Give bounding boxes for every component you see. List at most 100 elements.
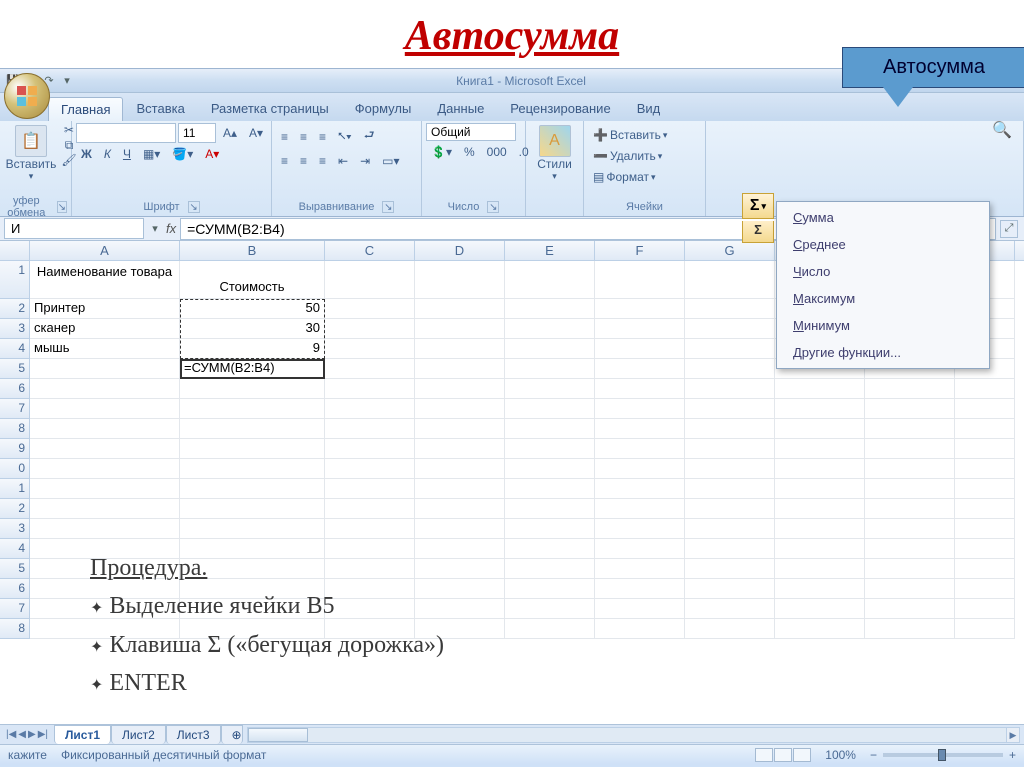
- cell-10[interactable]: [775, 459, 865, 479]
- sheet-nav-prev[interactable]: ◀: [18, 729, 26, 740]
- autosum-more[interactable]: Другие функции...: [779, 339, 987, 366]
- find-icon[interactable]: 🔍: [995, 123, 1009, 137]
- row-header-9[interactable]: 9: [0, 439, 30, 459]
- cell-J14[interactable]: [955, 539, 1015, 559]
- fill-color-icon[interactable]: 🪣▾: [167, 144, 198, 164]
- cell-A3[interactable]: сканер: [30, 319, 180, 339]
- cell-J12[interactable]: [955, 499, 1015, 519]
- cell-B4[interactable]: 9: [180, 339, 325, 359]
- cell-D4[interactable]: [415, 339, 505, 359]
- view-break-icon[interactable]: [793, 748, 811, 762]
- col-header-F[interactable]: F: [595, 241, 685, 260]
- cell-D5[interactable]: [415, 359, 505, 379]
- cell-J18[interactable]: [955, 619, 1015, 639]
- sheet-nav-last[interactable]: ▶|: [38, 729, 48, 740]
- cell-F16[interactable]: [595, 579, 685, 599]
- cell-C10[interactable]: [325, 459, 415, 479]
- col-header-D[interactable]: D: [415, 241, 505, 260]
- grow-font-icon[interactable]: A▴: [218, 123, 242, 143]
- cell-F5[interactable]: [595, 359, 685, 379]
- cell-E11[interactable]: [505, 479, 595, 499]
- cell-F14[interactable]: [595, 539, 685, 559]
- cell-G4[interactable]: [685, 339, 775, 359]
- select-all-corner[interactable]: [0, 241, 30, 260]
- cell-A12[interactable]: [30, 499, 180, 519]
- currency-icon[interactable]: 💲▾: [426, 142, 457, 162]
- sheet-tab-new[interactable]: ⊕: [221, 725, 243, 744]
- cell-F9[interactable]: [595, 439, 685, 459]
- insert-cells-button[interactable]: ➕Вставить▾: [588, 125, 672, 145]
- cell-A8[interactable]: [30, 419, 180, 439]
- number-launcher[interactable]: ↘: [487, 201, 499, 213]
- view-buttons[interactable]: [755, 748, 811, 762]
- cell-A11[interactable]: [30, 479, 180, 499]
- cell-15[interactable]: [775, 559, 865, 579]
- cell-E8[interactable]: [505, 419, 595, 439]
- cell-13[interactable]: [775, 519, 865, 539]
- align-left-icon[interactable]: ≡: [276, 151, 293, 171]
- italic-button[interactable]: К: [99, 144, 116, 164]
- cell-6[interactable]: [775, 379, 865, 399]
- cell-17[interactable]: [865, 599, 955, 619]
- zoom-thumb[interactable]: [938, 749, 946, 761]
- cell-14[interactable]: [865, 539, 955, 559]
- sheet-nav-next[interactable]: ▶: [28, 729, 36, 740]
- format-cells-button[interactable]: ▤Формат▾: [588, 167, 661, 187]
- cell-D1[interactable]: [415, 261, 505, 299]
- cell-B3[interactable]: 30: [180, 319, 325, 339]
- cell-F13[interactable]: [595, 519, 685, 539]
- comma-icon[interactable]: 000: [482, 142, 512, 162]
- cell-J8[interactable]: [955, 419, 1015, 439]
- sheet-tab-3[interactable]: Лист3: [166, 725, 221, 744]
- clipboard-launcher[interactable]: ↘: [57, 201, 67, 213]
- cell-D10[interactable]: [415, 459, 505, 479]
- view-layout-icon[interactable]: [774, 748, 792, 762]
- align-center-icon[interactable]: ≡: [295, 151, 312, 171]
- styles-button[interactable]: A Стили ▾: [530, 123, 579, 184]
- tab-review[interactable]: Рецензирование: [497, 96, 623, 121]
- cell-D9[interactable]: [415, 439, 505, 459]
- paste-button[interactable]: 📋 Вставить ▾: [4, 123, 58, 184]
- horizontal-scrollbar[interactable]: ◀ ▶: [247, 727, 1020, 743]
- row-header-2[interactable]: 2: [0, 299, 30, 319]
- cell-J6[interactable]: [955, 379, 1015, 399]
- cell-D13[interactable]: [415, 519, 505, 539]
- cell-A2[interactable]: Принтер: [30, 299, 180, 319]
- cell-A6[interactable]: [30, 379, 180, 399]
- cell-F12[interactable]: [595, 499, 685, 519]
- cell-E17[interactable]: [505, 599, 595, 619]
- cell-A13[interactable]: [30, 519, 180, 539]
- cell-C7[interactable]: [325, 399, 415, 419]
- cell-C11[interactable]: [325, 479, 415, 499]
- fx-icon[interactable]: fx: [162, 221, 180, 236]
- row-header-1[interactable]: 1: [0, 261, 30, 299]
- font-color-icon[interactable]: A▾: [200, 144, 224, 164]
- row-header-16[interactable]: 6: [0, 579, 30, 599]
- cell-16[interactable]: [865, 579, 955, 599]
- cell-J13[interactable]: [955, 519, 1015, 539]
- cell-E18[interactable]: [505, 619, 595, 639]
- cell-6[interactable]: [865, 379, 955, 399]
- qat-more-icon[interactable]: ▾: [60, 74, 74, 88]
- align-bot-icon[interactable]: ≡: [314, 123, 331, 150]
- cell-B13[interactable]: [180, 519, 325, 539]
- cell-A1[interactable]: Наименование товара: [30, 261, 180, 299]
- cell-10[interactable]: [865, 459, 955, 479]
- row-header-5[interactable]: 5: [0, 359, 30, 379]
- cell-G13[interactable]: [685, 519, 775, 539]
- autosum-min[interactable]: Минимум: [779, 312, 987, 339]
- cell-D8[interactable]: [415, 419, 505, 439]
- cell-11[interactable]: [775, 479, 865, 499]
- row-header-8[interactable]: 8: [0, 419, 30, 439]
- cell-G12[interactable]: [685, 499, 775, 519]
- cell-7[interactable]: [775, 399, 865, 419]
- cell-C12[interactable]: [325, 499, 415, 519]
- align-mid-icon[interactable]: ≡: [295, 123, 312, 150]
- cell-D6[interactable]: [415, 379, 505, 399]
- cell-G6[interactable]: [685, 379, 775, 399]
- cell-13[interactable]: [865, 519, 955, 539]
- cell-G16[interactable]: [685, 579, 775, 599]
- font-family-input[interactable]: [76, 123, 176, 143]
- zoom-track[interactable]: [883, 753, 1003, 757]
- cell-J15[interactable]: [955, 559, 1015, 579]
